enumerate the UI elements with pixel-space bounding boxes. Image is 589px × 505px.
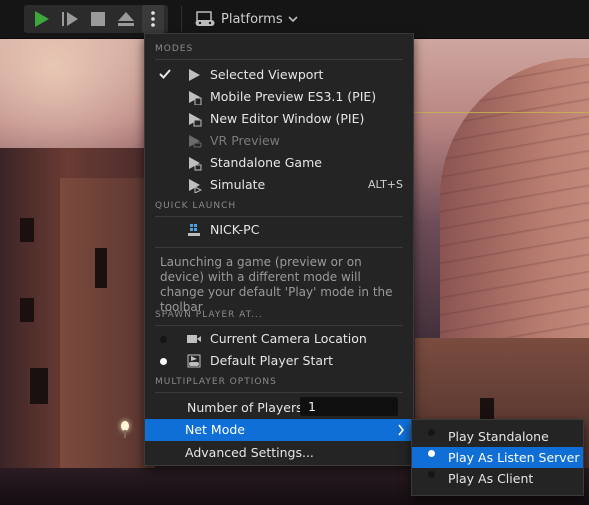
section-modes: MODES bbox=[145, 40, 413, 60]
building-window bbox=[30, 368, 48, 404]
mobile-preview-icon bbox=[186, 89, 202, 106]
stop-button[interactable] bbox=[86, 5, 110, 33]
menu-item-label: New Editor Window (PIE) bbox=[210, 111, 365, 126]
chevron-right-icon bbox=[397, 420, 405, 440]
section-title: MODES bbox=[155, 44, 194, 54]
net-mode-menu-item[interactable]: Net Mode bbox=[145, 419, 413, 441]
menu-item-label: Net Mode bbox=[185, 422, 245, 437]
mode-vr-preview[interactable]: VR Preview bbox=[145, 130, 413, 152]
section-divider bbox=[155, 59, 403, 60]
building-window bbox=[20, 218, 34, 242]
menu-item-label: Play Standalone bbox=[448, 429, 549, 444]
editor-window-icon bbox=[186, 111, 202, 127]
play-controls-group bbox=[24, 5, 168, 33]
vr-preview-icon bbox=[186, 133, 202, 149]
net-mode-play-as-listen-server[interactable]: Play As Listen Server bbox=[412, 447, 583, 468]
mode-mobile-preview[interactable]: Mobile Preview ES3.1 (PIE) bbox=[145, 86, 413, 108]
section-spawn-player: SPAWN PLAYER AT... bbox=[145, 306, 413, 326]
eject-button[interactable] bbox=[114, 5, 138, 33]
platforms-button[interactable]: Platforms bbox=[195, 5, 298, 33]
menu-item-label: Current Camera Location bbox=[210, 331, 367, 346]
toolbar-separator bbox=[181, 6, 182, 32]
player-start-icon bbox=[186, 353, 202, 369]
play-icon bbox=[35, 11, 49, 27]
menu-item-label: Simulate bbox=[210, 177, 266, 192]
menu-item-label: Standalone Game bbox=[210, 155, 322, 170]
section-title: MULTIPLAYER OPTIONS bbox=[155, 377, 277, 387]
menu-item-label: Default Player Start bbox=[210, 353, 334, 368]
section-multiplayer-options: MULTIPLAYER OPTIONS bbox=[145, 373, 413, 393]
radio-dot bbox=[428, 429, 435, 436]
net-mode-play-standalone[interactable]: Play Standalone bbox=[412, 426, 583, 447]
radio-dot bbox=[159, 332, 171, 346]
shortcut-label: ALT+S bbox=[367, 178, 403, 191]
simulate-icon bbox=[186, 177, 203, 194]
menu-item-label: Advanced Settings... bbox=[185, 445, 314, 460]
platforms-label: Platforms bbox=[221, 11, 283, 27]
quick-launch-nick-pc[interactable]: NICK-PC bbox=[145, 219, 413, 241]
spawn-current-camera-location[interactable]: Current Camera Location bbox=[145, 328, 413, 350]
section-divider bbox=[155, 247, 403, 248]
building-window bbox=[95, 248, 107, 288]
play-options-button[interactable] bbox=[142, 5, 164, 33]
advanced-settings-menu-item[interactable]: Advanced Settings... bbox=[145, 441, 413, 463]
skip-frame-icon bbox=[62, 12, 78, 26]
windows-pc-icon bbox=[186, 222, 202, 238]
play-arrow-icon bbox=[186, 67, 202, 83]
building-window bbox=[20, 298, 34, 322]
section-quick-launch: QUICK LAUNCH bbox=[145, 197, 413, 217]
lamp-stem bbox=[124, 430, 126, 438]
play-button[interactable] bbox=[29, 5, 53, 33]
spawn-default-player-start[interactable]: Default Player Start bbox=[145, 350, 413, 372]
section-divider bbox=[155, 216, 403, 217]
menu-item-label: NICK-PC bbox=[210, 222, 260, 237]
menu-item-label: VR Preview bbox=[210, 133, 280, 148]
camera-icon bbox=[186, 331, 202, 347]
gamepad-monitor-icon bbox=[195, 11, 215, 26]
menu-item-label: Mobile Preview ES3.1 (PIE) bbox=[210, 89, 377, 104]
number-of-players-input[interactable] bbox=[300, 397, 398, 416]
section-divider bbox=[155, 392, 403, 393]
section-title: SPAWN PLAYER AT... bbox=[155, 310, 263, 320]
radio-dot bbox=[428, 471, 435, 478]
menu-item-label: Play As Client bbox=[448, 471, 534, 486]
skip-frame-button[interactable] bbox=[58, 5, 82, 33]
menu-item-label: Play As Listen Server bbox=[448, 450, 580, 465]
radio-dot bbox=[428, 450, 435, 457]
eject-icon bbox=[118, 12, 134, 26]
menu-item-label: Selected Viewport bbox=[210, 67, 324, 82]
stop-icon bbox=[91, 12, 105, 26]
mode-simulate[interactable]: Simulate ALT+S bbox=[145, 174, 413, 196]
standalone-game-icon bbox=[186, 155, 202, 171]
mode-standalone-game[interactable]: Standalone Game bbox=[145, 152, 413, 174]
left-building-facade bbox=[60, 178, 155, 505]
radio-dot bbox=[159, 354, 171, 368]
net-mode-play-as-client[interactable]: Play As Client bbox=[412, 468, 583, 489]
mode-selected-viewport[interactable]: Selected Viewport bbox=[145, 64, 413, 86]
section-divider bbox=[155, 325, 403, 326]
more-options-icon bbox=[151, 11, 155, 27]
play-options-menu: MODES Selected Viewport Mobile Preview E… bbox=[144, 33, 414, 466]
number-of-players-label: Number of Players bbox=[187, 400, 303, 415]
chevron-down-icon bbox=[288, 15, 298, 22]
net-mode-submenu: Play Standalone Play As Listen Server Pl… bbox=[411, 419, 584, 496]
mode-new-editor-window[interactable]: New Editor Window (PIE) bbox=[145, 108, 413, 130]
check-icon bbox=[159, 68, 171, 82]
section-title: QUICK LAUNCH bbox=[155, 201, 237, 211]
